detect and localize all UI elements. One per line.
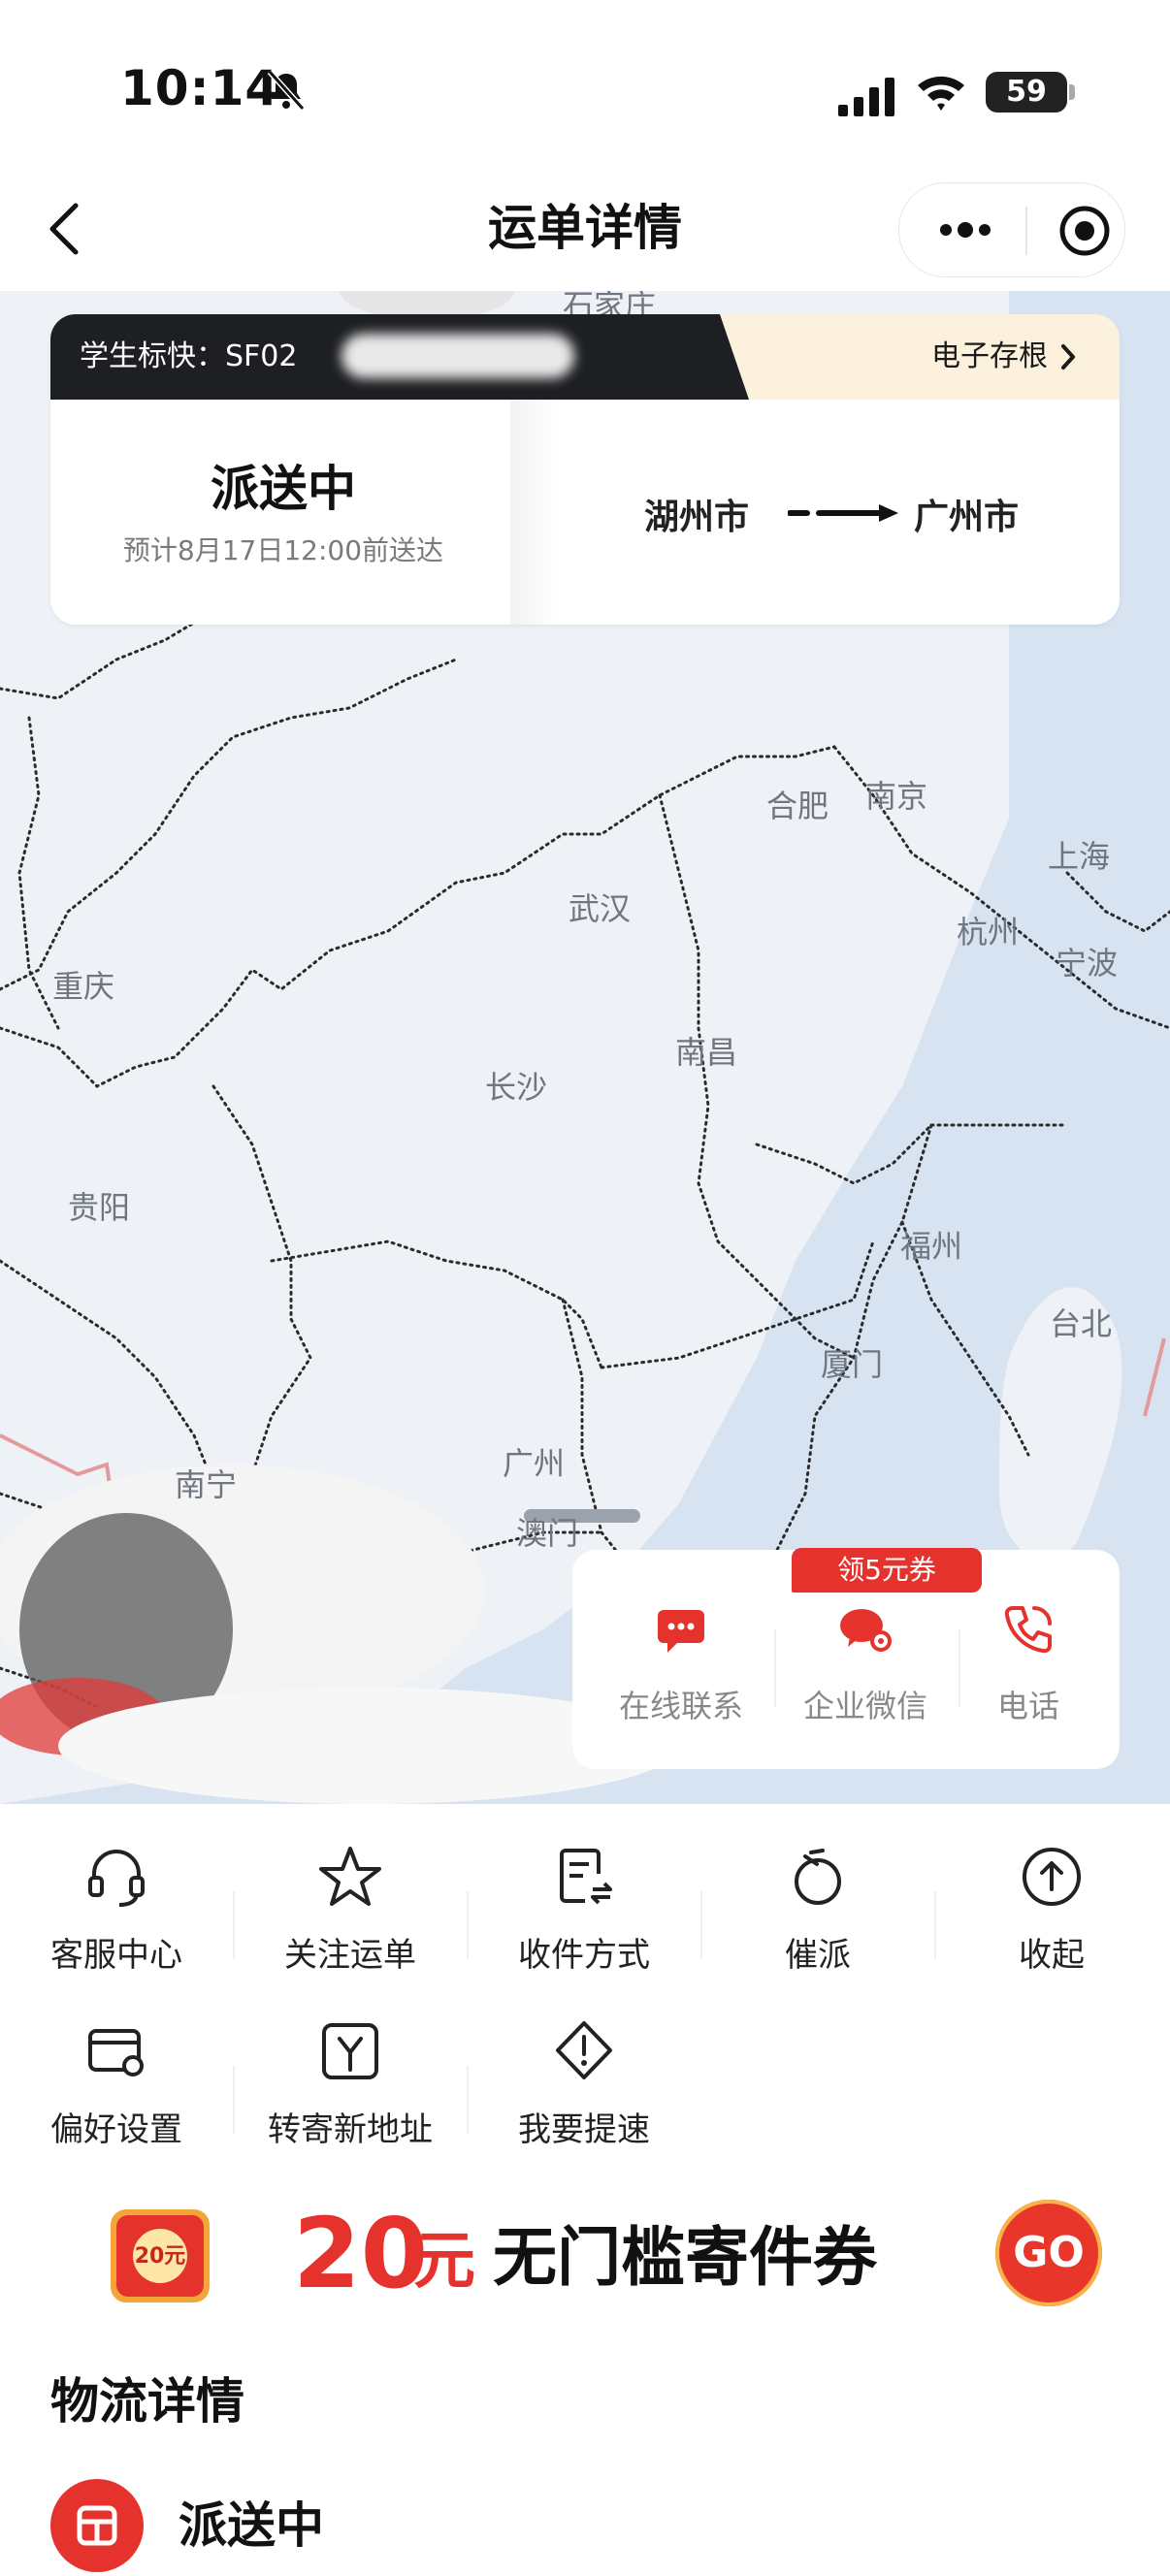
city-label: 合肥 — [766, 788, 829, 824]
delivery-status-icon — [50, 2479, 144, 2572]
collapse-button[interactable]: 收起 — [935, 1843, 1168, 1976]
receive-method-button[interactable]: 收件方式 — [468, 1843, 700, 1976]
follow-waybill-button[interactable]: 关注运单 — [234, 1843, 467, 1976]
coupon-unit: 元 — [413, 2226, 475, 2298]
city-label: 南宁 — [175, 1466, 238, 1503]
coupon-amount: 20 — [293, 2197, 429, 2310]
coupon-banner[interactable]: 20元 20 元 无门槛寄件券 GO — [0, 2192, 1170, 2318]
follow-waybill-label: 关注运单 — [284, 1936, 416, 1975]
document-swap-icon — [560, 1849, 612, 1905]
city-label: 广州 — [503, 1445, 566, 1482]
status-time: 10:14 — [120, 60, 280, 116]
mini-program-capsule — [898, 182, 1125, 277]
forward-address-button[interactable]: 转寄新地址 — [234, 2017, 467, 2150]
cellular-signal-icon — [838, 78, 894, 116]
latest-logistics-status: 派送中 — [179, 2497, 324, 2554]
capsule-divider — [1025, 207, 1027, 255]
city-label: 贵阳 — [68, 1189, 131, 1226]
contact-divider — [774, 1629, 776, 1707]
headset-icon — [88, 1850, 145, 1907]
card-divider — [510, 400, 559, 625]
wifi-icon — [918, 76, 964, 111]
online-contact-button[interactable]: 在线联系 — [594, 1600, 768, 1726]
redacted-number — [341, 334, 574, 378]
fork-sign-icon — [322, 2023, 378, 2079]
go-button[interactable]: GO — [995, 2200, 1102, 2306]
urge-delivery-label: 催派 — [785, 1936, 851, 1975]
destination-city: 广州市 — [914, 498, 1020, 537]
forward-address-label: 转寄新地址 — [268, 2110, 433, 2149]
chat-bubble-icon — [658, 1610, 704, 1653]
wecom-button[interactable]: 企业微信 — [778, 1600, 953, 1726]
city-label: 厦门 — [821, 1346, 884, 1383]
city-label: 上海 — [1048, 838, 1111, 875]
phone-icon — [1004, 1606, 1052, 1654]
battery-indicator: 59 — [986, 72, 1075, 113]
city-label: 杭州 — [957, 914, 1020, 950]
card-settings-icon — [88, 2029, 144, 2077]
customer-service-label: 客服中心 — [50, 1936, 182, 1975]
shipment-card[interactable]: 学生标快：SF02 电子存根 派送中 预计8月17日12:00前送达 湖州市 广… — [50, 314, 1120, 625]
coupon-description: 无门槛寄件券 — [493, 2220, 877, 2295]
waybill-number: 学生标快：SF02 — [80, 339, 298, 373]
route-arrow-icon — [788, 504, 898, 522]
status-bar: 10:14 59 — [0, 0, 1170, 184]
preference-settings-button[interactable]: 偏好设置 — [0, 2017, 233, 2150]
phone-button[interactable]: 电话 — [941, 1600, 1116, 1726]
origin-city: 湖州市 — [644, 498, 750, 537]
receive-method-label: 收件方式 — [518, 1936, 650, 1975]
urge-delivery-button[interactable]: 催派 — [701, 1843, 934, 1976]
logistics-title: 物流详情 — [50, 2373, 244, 2430]
electronic-stub-link[interactable]: 电子存根 — [931, 314, 1048, 400]
city-label: 宁波 — [1056, 945, 1119, 982]
online-contact-label: 在线联系 — [618, 1688, 743, 1724]
coupon-badge[interactable]: 领5元券 — [792, 1548, 982, 1593]
city-label: 福州 — [900, 1228, 963, 1265]
stopwatch-icon — [795, 1849, 841, 1905]
warning-diamond-icon — [556, 2021, 612, 2079]
bell-muted-icon — [267, 69, 306, 112]
chevron-right-icon — [1061, 344, 1075, 370]
customer-service-button[interactable]: 客服中心 — [0, 1843, 233, 1976]
city-label: 南昌 — [675, 1034, 738, 1071]
close-target-icon[interactable] — [1058, 205, 1111, 257]
city-label: 台北 — [1050, 1305, 1113, 1342]
city-label: 武汉 — [569, 890, 632, 927]
estimated-arrival: 预计8月17日12:00前送达 — [122, 534, 444, 566]
collapse-label: 收起 — [1019, 1936, 1085, 1975]
coupon-icon-text: 20元 — [134, 2244, 186, 2269]
phone-label: 电话 — [996, 1688, 1059, 1724]
city-label: 重庆 — [52, 968, 115, 1005]
delivery-status: 派送中 — [211, 461, 356, 517]
more-dots-icon[interactable] — [936, 218, 994, 242]
city-label: 南京 — [865, 778, 928, 815]
preference-settings-label: 偏好设置 — [50, 2110, 182, 2149]
speed-up-label: 我要提速 — [518, 2110, 650, 2149]
arrow-up-circle-icon — [1023, 1848, 1081, 1906]
wecom-label: 企业微信 — [802, 1688, 927, 1724]
city-label: 澳门 — [516, 1515, 579, 1552]
star-icon — [319, 1847, 381, 1906]
wecom-icon — [840, 1609, 892, 1652]
city-label: 长沙 — [485, 1069, 548, 1106]
speed-up-button[interactable]: 我要提速 — [468, 2017, 700, 2150]
courier-icon — [77, 2505, 117, 2546]
